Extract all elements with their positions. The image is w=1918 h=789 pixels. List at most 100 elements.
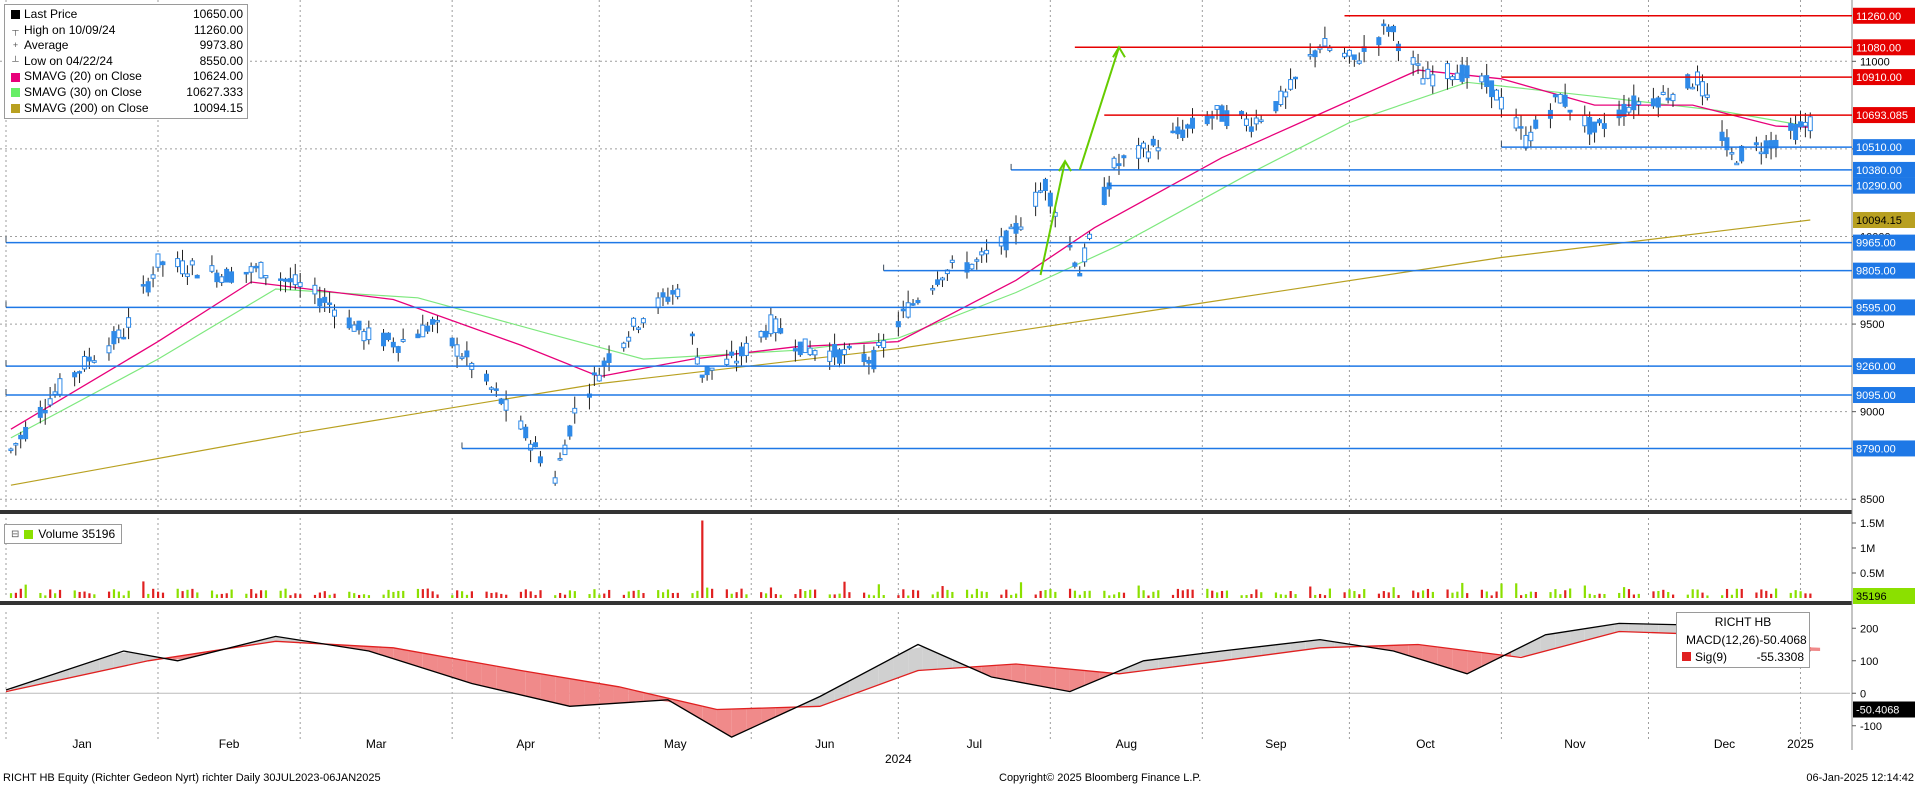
- candle-body: [1391, 25, 1397, 33]
- volume-bar: [1323, 595, 1327, 598]
- volume-value: 35196: [81, 527, 116, 541]
- macd-histogram-fill: [1422, 645, 1438, 665]
- footer-timestamp: 06-Jan-2025 12:14:42: [1806, 772, 1914, 784]
- volume-bar: [1034, 594, 1037, 598]
- candle-body: [572, 407, 578, 414]
- macd-legend: RICHT HB MACD(12,26) -50.4068 Sig(9) -55…: [1676, 612, 1810, 668]
- candle-body: [591, 372, 597, 376]
- candle-body: [1116, 163, 1122, 167]
- candle-body: [126, 317, 132, 328]
- candle-body: [537, 456, 543, 464]
- candle-body: [116, 329, 122, 339]
- legend-sma20: SMAVG (20) on Close 10624.00: [9, 69, 243, 85]
- volume-bar: [220, 593, 223, 598]
- candle-body: [1253, 117, 1259, 125]
- candle-body: [1140, 142, 1146, 149]
- volume-bar: [328, 594, 331, 598]
- candle-body: [655, 297, 661, 309]
- candle-body: [631, 317, 637, 327]
- candle-body: [1498, 96, 1504, 110]
- volume-bar: [907, 595, 910, 598]
- candle-body: [979, 251, 985, 256]
- volume-bar: [210, 590, 214, 598]
- month-label: Feb: [219, 737, 240, 751]
- volume-bar: [701, 520, 704, 598]
- volume-bar: [112, 589, 116, 598]
- volume-bar: [980, 591, 983, 598]
- candle-body: [694, 356, 700, 365]
- candle-body: [1209, 116, 1215, 119]
- volume-bar: [554, 595, 557, 598]
- candle-body: [621, 342, 627, 349]
- candle-body: [763, 330, 769, 338]
- candle-body: [905, 302, 911, 318]
- candle-body: [949, 259, 955, 263]
- candle-body: [640, 318, 646, 324]
- panel-separator: [0, 510, 1852, 514]
- candle-body: [42, 409, 48, 414]
- volume-bar: [760, 592, 763, 598]
- candle-body: [1758, 151, 1764, 155]
- sma30-swatch: [11, 88, 20, 98]
- volume-bar: [1343, 592, 1346, 598]
- month-label: Oct: [1416, 737, 1435, 751]
- candle-body: [356, 320, 362, 331]
- candle-body: [493, 388, 499, 391]
- volume-bar: [259, 590, 263, 598]
- volume-bar: [539, 590, 542, 598]
- legend-low: ┴ Low on 04/22/24 8550.00: [12, 53, 243, 68]
- volume-bar: [313, 594, 317, 598]
- candle-body: [1273, 101, 1279, 112]
- macd-histogram-fill: [1084, 670, 1100, 686]
- volume-bar: [740, 588, 743, 598]
- volume-bar: [1652, 591, 1655, 598]
- volume-bar: [39, 592, 42, 598]
- volume-bar: [1358, 594, 1361, 598]
- candle-body: [1067, 244, 1073, 248]
- month-label: Dec: [1714, 737, 1735, 751]
- volume-bar: [58, 589, 62, 598]
- volume-bar: [299, 594, 302, 598]
- volume-tick-label: 0.5M: [1860, 568, 1884, 580]
- candle-body: [518, 420, 524, 430]
- volume-bar: [1206, 588, 1209, 598]
- volume-bar: [107, 591, 111, 598]
- macd-histogram-fill: [584, 681, 600, 706]
- volume-bar: [416, 588, 420, 598]
- high-marker-icon: ┬: [12, 24, 19, 35]
- candle-body: [1155, 147, 1161, 152]
- candle-body: [1042, 178, 1048, 191]
- volume-bar: [44, 595, 47, 598]
- volume-bar: [19, 588, 22, 598]
- candle-body: [258, 261, 264, 279]
- candle-body: [248, 266, 254, 273]
- candle-body: [1665, 97, 1671, 101]
- volume-bar: [1627, 589, 1631, 598]
- candle-body: [881, 340, 887, 349]
- volume-bar: [1637, 593, 1640, 598]
- candle-body: [415, 333, 421, 339]
- volume-bar: [843, 581, 846, 598]
- volume-bar: [1068, 588, 1072, 598]
- collapse-icon[interactable]: ⊟: [11, 529, 19, 540]
- volume-bar: [598, 594, 601, 598]
- candle-body: [1690, 86, 1696, 90]
- volume-bar: [142, 581, 145, 598]
- candle-body: [23, 426, 29, 440]
- volume-bar: [936, 591, 939, 598]
- candle-body: [312, 284, 318, 295]
- volume-bar: [931, 594, 934, 598]
- volume-bar: [1049, 589, 1052, 598]
- candle-body: [253, 265, 259, 269]
- candle-body: [327, 302, 333, 306]
- candle-body: [420, 324, 426, 338]
- candle-body: [1013, 222, 1019, 234]
- candle-body: [1185, 124, 1191, 129]
- candle-body: [900, 308, 906, 312]
- candle-body: [1655, 97, 1661, 108]
- candle-body: [792, 348, 798, 352]
- volume-bar: [1142, 590, 1145, 598]
- volume-bar: [1632, 594, 1635, 598]
- volume-bar: [1490, 595, 1493, 598]
- volume-bar: [804, 590, 807, 598]
